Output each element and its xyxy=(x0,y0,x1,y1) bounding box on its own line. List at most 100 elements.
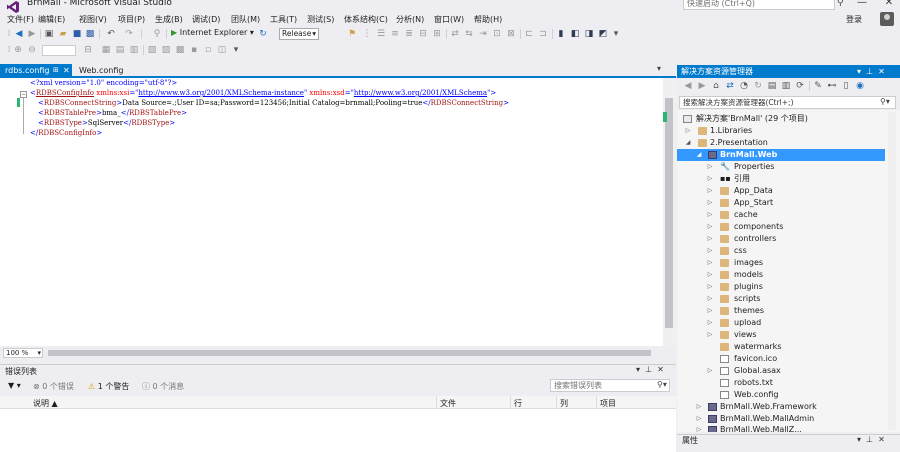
tree-node-presentation[interactable]: ◢ 2.Presentation xyxy=(677,137,887,149)
close-window-button[interactable]: ✕ xyxy=(882,0,896,9)
collapse-all-icon[interactable]: ▤ xyxy=(767,81,777,91)
search-icon[interactable]: ⚲ xyxy=(837,0,844,8)
column-file[interactable]: 文件 xyxy=(440,398,456,409)
preview-icon[interactable]: ⊷ xyxy=(827,81,837,91)
tool6-icon[interactable]: ◫ xyxy=(217,45,227,55)
show-all-files-icon[interactable]: ▥ xyxy=(781,81,791,91)
menu-view[interactable]: 视图(V) xyxy=(79,14,107,25)
expand-icon[interactable]: ▷ xyxy=(706,365,714,377)
tool5-icon[interactable]: ▫ xyxy=(203,45,213,55)
solution-explorer-search-input[interactable]: 搜索解决方案资源管理器(Ctrl+;) xyxy=(679,96,896,109)
expand-icon[interactable]: ▷ xyxy=(706,173,714,185)
tool4-icon[interactable]: ▪ xyxy=(189,45,199,55)
dropdown-icon[interactable]: ▾ xyxy=(857,67,861,76)
tree-node-folder[interactable]: ▷ plugins xyxy=(677,281,887,293)
tab-dropdown-icon[interactable]: ▾ xyxy=(657,64,661,73)
dropdown-icon[interactable]: ▾ xyxy=(857,435,861,444)
undo-icon[interactable]: ↶ xyxy=(106,29,116,39)
tree-node-folder[interactable]: ▷ controllers xyxy=(677,233,887,245)
toolbar-overflow-icon[interactable]: ▾ xyxy=(611,29,621,39)
minimize-button[interactable]: — xyxy=(855,0,869,9)
tree-node-project[interactable]: ▷ BrnMall.Web.Framework xyxy=(677,401,887,413)
close-icon[interactable]: ✕ xyxy=(878,67,885,76)
menu-project[interactable]: 项目(P) xyxy=(118,14,145,25)
home-icon[interactable]: ⌂ xyxy=(711,81,721,91)
expand-icon[interactable]: ▷ xyxy=(706,161,714,173)
zoom-combo[interactable] xyxy=(42,45,76,56)
refresh2-icon[interactable]: ⟳ xyxy=(795,81,805,91)
start-debugging-button[interactable]: ▶ Internet Explorer ▾ xyxy=(171,28,254,37)
close-icon[interactable]: ✕ xyxy=(878,435,885,444)
uncomment-icon[interactable]: ⊟ xyxy=(418,29,428,39)
tree-node-folder[interactable]: watermarks xyxy=(677,341,887,353)
tree-node-folder[interactable]: ▷ App_Data xyxy=(677,185,887,197)
back-icon[interactable]: ◀ xyxy=(683,81,693,91)
tree-node-folder[interactable]: ▷ models xyxy=(677,269,887,281)
bookmark-prev-icon[interactable]: ◧ xyxy=(570,29,580,39)
save-icon[interactable]: ■ xyxy=(72,29,82,39)
collapse-icon[interactable]: − xyxy=(20,91,27,98)
expand-icon[interactable]: ▷ xyxy=(706,185,714,197)
user-icon[interactable] xyxy=(880,12,894,26)
indent-icon[interactable]: ⋮ xyxy=(362,29,372,39)
step-icon[interactable]: ⇄ xyxy=(450,29,460,39)
expand-icon[interactable]: ▷ xyxy=(706,317,714,329)
expand-icon[interactable]: ▷ xyxy=(706,245,714,257)
tree-node-folder[interactable]: ▷ images xyxy=(677,257,887,269)
align-icon[interactable]: ▤ xyxy=(115,45,125,55)
tree-node-folder[interactable]: ▷ components xyxy=(677,221,887,233)
comment-icon[interactable]: ≣ xyxy=(404,29,414,39)
bookmark-toggle-icon[interactable]: ▮ xyxy=(556,29,566,39)
save-all-icon[interactable]: ▩ xyxy=(85,29,95,39)
threads-icon[interactable]: ⊠ xyxy=(506,29,516,39)
align2-icon[interactable]: ▥ xyxy=(129,45,139,55)
filter-icon[interactable]: ▼ ▾ xyxy=(8,381,21,390)
toolbar2-overflow-icon[interactable]: ▾ xyxy=(231,45,241,55)
list-icon[interactable]: ⊏ xyxy=(524,29,534,39)
view-icon[interactable]: ⊟ xyxy=(83,45,93,55)
tree-node-folder[interactable]: ▷ css xyxy=(677,245,887,257)
step-over-icon[interactable]: ⇆ xyxy=(464,29,474,39)
find-icon[interactable]: ⚲ xyxy=(152,29,162,39)
outdent-icon[interactable]: ☰ xyxy=(376,29,386,39)
expand-icon[interactable]: ▷ xyxy=(706,281,714,293)
back-icon[interactable]: ◀ xyxy=(14,29,24,39)
menu-tools[interactable]: 工具(T) xyxy=(270,14,297,25)
view-code-icon[interactable]: ▯ xyxy=(841,81,851,91)
menu-architecture[interactable]: 体系结构(C) xyxy=(344,14,388,25)
layout-icon[interactable]: ▦ xyxy=(101,45,111,55)
tree-node-folder[interactable]: ▷ cache xyxy=(677,209,887,221)
column-project[interactable]: 项目 xyxy=(600,398,616,409)
expand-icon[interactable]: ▷ xyxy=(706,293,714,305)
menu-analyze[interactable]: 分析(N) xyxy=(396,14,424,25)
zoom-out-icon[interactable]: ⊖ xyxy=(27,45,37,55)
collapse-icon[interactable]: ◢ xyxy=(695,149,703,161)
menu-edit[interactable]: 编辑(E) xyxy=(38,14,65,25)
search-icon[interactable]: ⚲▾ xyxy=(657,380,667,389)
tree-node-libraries[interactable]: ▷ 1.Libraries xyxy=(677,125,887,137)
column-line[interactable]: 行 xyxy=(514,398,522,409)
menu-file[interactable]: 文件(F) xyxy=(7,14,34,25)
tree-node-file[interactable]: ▷ Global.asax xyxy=(677,365,887,377)
format-icon[interactable]: ≡ xyxy=(390,29,400,39)
sync-icon[interactable]: ⇄ xyxy=(725,81,735,91)
pin-icon[interactable]: ⊥ xyxy=(866,67,873,76)
dropdown-icon[interactable]: ▾ xyxy=(636,365,640,374)
list2-icon[interactable]: ⊐ xyxy=(538,29,548,39)
pin-icon[interactable]: ⊥ xyxy=(645,365,652,374)
forward-icon[interactable]: ▶ xyxy=(697,81,707,91)
refresh-icon[interactable]: ↻ xyxy=(753,81,763,91)
menu-build[interactable]: 生成(B) xyxy=(155,14,183,25)
expand-icon[interactable]: ▷ xyxy=(695,401,703,413)
bookmark-next-icon[interactable]: ◨ xyxy=(584,29,594,39)
search-icon[interactable]: ⚲▾ xyxy=(880,97,890,106)
expand-icon[interactable]: ▷ xyxy=(706,209,714,221)
tool1-icon[interactable]: ▧ xyxy=(147,45,157,55)
tree-node-file[interactable]: Web.config xyxy=(677,389,887,401)
tree-node-file[interactable]: favicon.ico xyxy=(677,353,887,365)
tree-node-file[interactable]: robots.txt xyxy=(677,377,887,389)
view-designer-icon[interactable]: ◉ xyxy=(855,81,865,91)
column-description[interactable]: 说明 ▲ xyxy=(33,398,58,409)
browser-link-icon[interactable]: ⚑ xyxy=(347,29,357,39)
zoom-in-icon[interactable]: ⊕ xyxy=(13,45,23,55)
